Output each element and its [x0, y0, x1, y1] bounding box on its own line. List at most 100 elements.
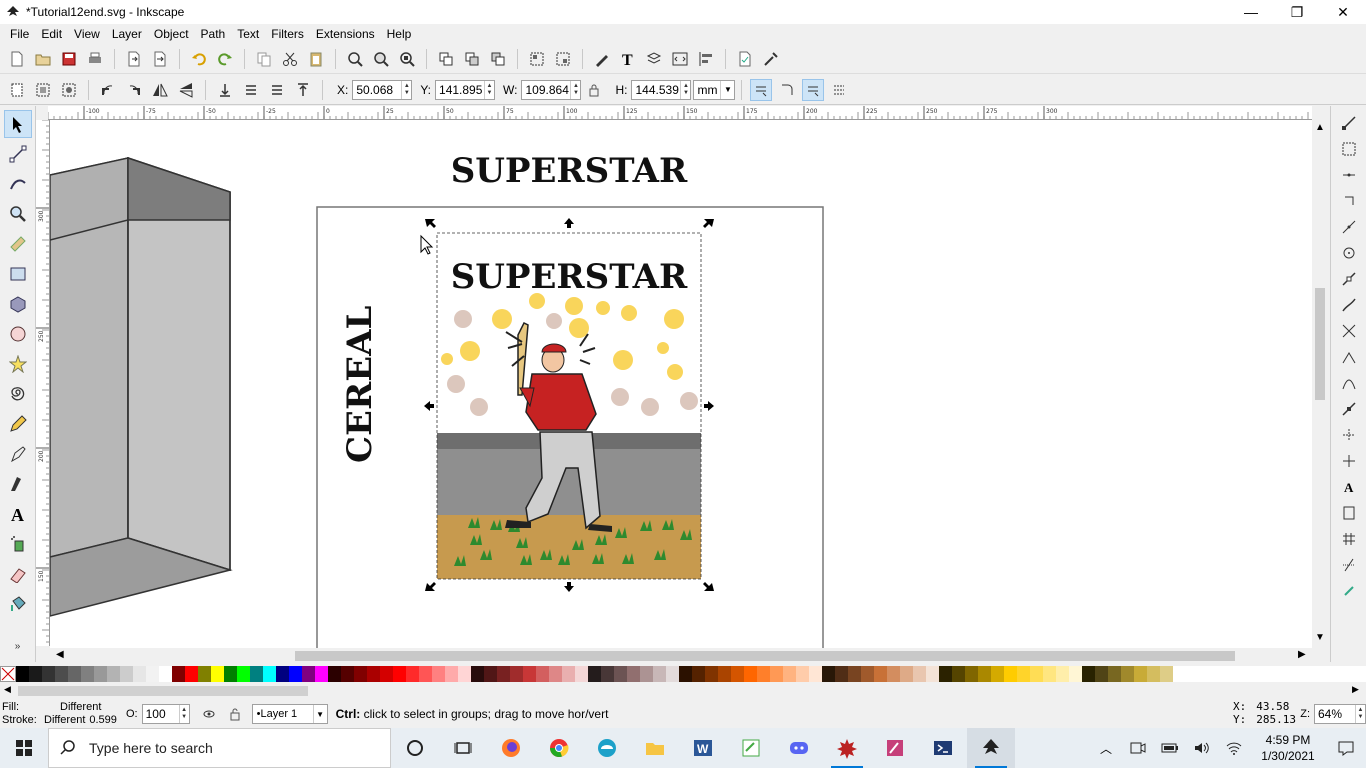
menu-file[interactable]: File	[4, 27, 35, 41]
measure-tool-icon[interactable]	[4, 230, 32, 258]
vertical-scrollbar[interactable]: ▲ ▼	[1312, 106, 1328, 648]
undo-icon[interactable]	[188, 48, 210, 70]
palette-swatch[interactable]	[523, 666, 536, 682]
paint-bucket-tool-icon[interactable]	[4, 590, 32, 618]
palette-scrollbar[interactable]: ◀ ▶	[0, 684, 1366, 698]
palette-swatch[interactable]	[614, 666, 627, 682]
app-red-splat-icon[interactable]	[823, 728, 871, 768]
w-value[interactable]: 109.864	[522, 83, 570, 97]
palette-swatch[interactable]	[185, 666, 198, 682]
meet-now-icon[interactable]	[1122, 728, 1154, 768]
x-spin-arrows[interactable]: ▲ ▼	[401, 80, 411, 99]
palette-swatch[interactable]	[536, 666, 549, 682]
palette-swatch[interactable]	[965, 666, 978, 682]
edge-icon[interactable]	[583, 728, 631, 768]
x-spinbox[interactable]: 50.068 ▲ ▼	[352, 79, 413, 100]
snap-nodes-icon[interactable]	[1339, 269, 1359, 289]
palette-swatch[interactable]	[757, 666, 770, 682]
xml-editor-icon[interactable]	[669, 48, 691, 70]
unit-select[interactable]: mm ▼	[693, 79, 736, 100]
move-gradients-icon[interactable]	[802, 78, 825, 101]
scroll-down-icon[interactable]: ▼	[1315, 632, 1325, 643]
minimize-button[interactable]: —	[1228, 0, 1274, 24]
palette-swatch[interactable]	[1160, 666, 1173, 682]
raise-icon[interactable]	[266, 79, 288, 101]
palette-swatch[interactable]	[302, 666, 315, 682]
battery-icon[interactable]	[1154, 728, 1186, 768]
print-icon[interactable]	[84, 48, 106, 70]
zoom-selection-icon[interactable]	[344, 48, 366, 70]
palette-swatch[interactable]	[68, 666, 81, 682]
group-icon[interactable]	[526, 48, 548, 70]
palette-swatch[interactable]	[250, 666, 263, 682]
menu-view[interactable]: View	[68, 27, 106, 41]
palette-swatch[interactable]	[510, 666, 523, 682]
task-view-icon[interactable]	[439, 728, 487, 768]
palette-swatch[interactable]	[861, 666, 874, 682]
notepad-icon[interactable]	[727, 728, 775, 768]
vertical-scroll-thumb[interactable]	[1315, 288, 1325, 400]
w-spinbox[interactable]: 109.864 ▲ ▼	[521, 79, 582, 100]
redo-icon[interactable]	[214, 48, 236, 70]
y-spinbox[interactable]: 141.895 ▲ ▼	[435, 79, 496, 100]
palette-swatch[interactable]	[679, 666, 692, 682]
palette-swatch[interactable]	[939, 666, 952, 682]
palette-swatch[interactable]	[471, 666, 484, 682]
snap-guides-icon[interactable]	[1339, 555, 1359, 575]
palette-swatch[interactable]	[562, 666, 575, 682]
palette-swatch[interactable]	[952, 666, 965, 682]
fill-stroke-icon[interactable]	[591, 48, 613, 70]
flip-vertical-icon[interactable]	[175, 79, 197, 101]
tray-chevron-up-icon[interactable]: ︿	[1090, 728, 1122, 768]
menu-filters[interactable]: Filters	[265, 27, 310, 41]
snap-text-baseline-icon[interactable]: A	[1339, 477, 1359, 497]
palette-swatch[interactable]	[276, 666, 289, 682]
star-tool-icon[interactable]	[4, 350, 32, 378]
tweak-tool-icon[interactable]	[4, 170, 32, 198]
selector-tool-icon[interactable]	[3, 110, 32, 138]
palette-swatch[interactable]	[1108, 666, 1121, 682]
snap-toggle-icon[interactable]	[1339, 113, 1359, 133]
palette-swatch[interactable]	[406, 666, 419, 682]
palette-swatch[interactable]	[588, 666, 601, 682]
palette-scroll-thumb[interactable]	[18, 686, 308, 696]
palette-swatch[interactable]	[991, 666, 1004, 682]
palette-swatch[interactable]	[1056, 666, 1069, 682]
snap-line-midpoints-icon[interactable]	[1339, 399, 1359, 419]
inner-title-text[interactable]: SUPERSTAR	[451, 257, 688, 297]
palette-swatch[interactable]	[809, 666, 822, 682]
palette-swatch[interactable]	[731, 666, 744, 682]
ungroup-icon[interactable]	[552, 48, 574, 70]
chevron-down-icon[interactable]: ▼	[312, 705, 327, 723]
palette-swatch[interactable]	[900, 666, 913, 682]
palette-swatch[interactable]	[198, 666, 211, 682]
title-text[interactable]: SUPERSTAR	[451, 151, 688, 191]
pencil-tool-icon[interactable]	[4, 410, 32, 438]
menu-help[interactable]: Help	[381, 27, 418, 41]
stroke-width[interactable]: 0.599	[89, 714, 117, 727]
scale-stroke-icon[interactable]	[750, 78, 773, 101]
palette-swatch[interactable]	[55, 666, 68, 682]
scale-corners-icon[interactable]	[776, 79, 798, 101]
scroll-up-icon[interactable]: ▲	[1315, 122, 1325, 133]
zoom-drawing-icon[interactable]	[370, 48, 392, 70]
palette-scroll-left-icon[interactable]: ◀	[4, 684, 11, 695]
chrome-icon[interactable]	[535, 728, 583, 768]
horizontal-scrollbar[interactable]: ◀ ▶	[50, 648, 1312, 664]
palette-swatch[interactable]	[692, 666, 705, 682]
spray-tool-icon[interactable]	[4, 530, 32, 558]
snap-more-icon[interactable]	[1339, 581, 1359, 601]
snap-rotation-center-icon[interactable]	[1339, 451, 1359, 471]
snap-page-border-icon[interactable]	[1339, 503, 1359, 523]
scroll-right-icon[interactable]: ▶	[1298, 649, 1306, 660]
canvas-drawing[interactable]: SUPERSTAR CEREAL SUPERSTAR	[50, 120, 1312, 648]
palette-swatch[interactable]	[224, 666, 237, 682]
side-text[interactable]: CEREAL	[340, 305, 380, 463]
palette-swatch[interactable]	[1082, 666, 1095, 682]
wifi-icon[interactable]	[1218, 728, 1250, 768]
3d-box-tool-icon[interactable]	[4, 290, 32, 318]
y-spin-arrows[interactable]: ▲ ▼	[484, 80, 494, 99]
drawing-canvas[interactable]: SUPERSTAR CEREAL SUPERSTAR	[50, 120, 1312, 648]
palette-swatch[interactable]	[627, 666, 640, 682]
chevron-down-icon[interactable]: ▼	[720, 80, 734, 99]
